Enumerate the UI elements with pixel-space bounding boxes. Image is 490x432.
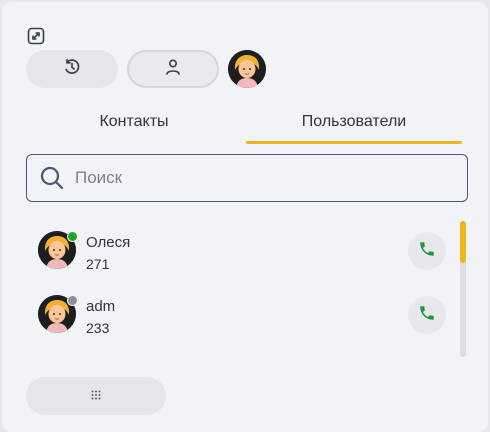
user-extension: 233 [86, 320, 110, 336]
status-offline-badge [67, 295, 78, 306]
search-input[interactable] [75, 168, 435, 188]
call-button[interactable] [408, 232, 446, 270]
tab-bar: Контакты Пользователи [26, 108, 468, 146]
scrollbar-thumb[interactable] [460, 221, 466, 263]
phone-icon [418, 304, 436, 327]
phone-icon [418, 240, 436, 263]
avatar [38, 231, 78, 269]
call-button[interactable] [408, 296, 446, 334]
dialpad-button[interactable] [26, 377, 166, 415]
user-extension: 271 [86, 256, 110, 272]
active-tab-indicator [246, 141, 462, 144]
status-online-badge [67, 231, 78, 242]
phone-panel: Контакты Пользователи Поиск Олеся 271 ad… [2, 2, 488, 432]
tab-contacts[interactable]: Контакты [26, 108, 242, 146]
dialpad-icon [91, 387, 101, 405]
tab-users-label: Пользователи [301, 113, 407, 130]
tab-users[interactable]: Пользователи [246, 108, 462, 146]
list-item[interactable]: Олеся 271 [26, 220, 450, 278]
users-list: Олеся 271 adm 233 [26, 220, 456, 354]
person-icon [164, 58, 182, 81]
history-icon [62, 57, 82, 82]
search-icon [39, 164, 67, 192]
avatar [38, 295, 78, 333]
tab-contacts-label: Контакты [99, 113, 169, 130]
profile-button[interactable] [127, 50, 219, 88]
current-user-avatar[interactable] [228, 50, 266, 88]
user-name: Олеся [86, 234, 131, 251]
call-history-button[interactable] [26, 50, 118, 88]
expand-icon[interactable] [26, 26, 46, 46]
list-scrollbar[interactable] [460, 221, 466, 357]
search-box [26, 154, 468, 202]
list-item[interactable]: adm 233 [26, 284, 450, 342]
user-name: adm [86, 298, 116, 315]
